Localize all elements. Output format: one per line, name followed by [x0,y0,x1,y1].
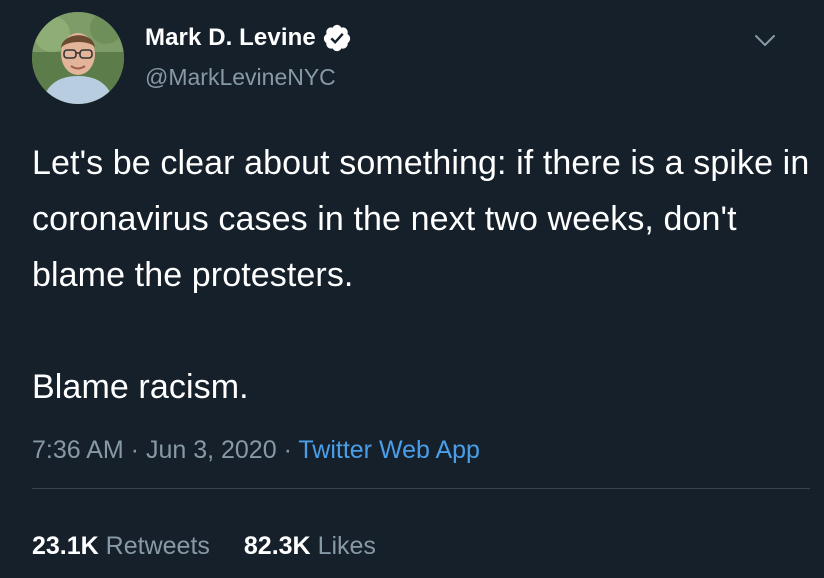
display-name[interactable]: Mark D. Levine [145,24,316,52]
author-names: Mark D. Levine @MarkLevineNYC [145,22,352,91]
meta-separator: · [276,436,299,464]
meta-separator: · [123,436,146,464]
tweet-source-link[interactable]: Twitter Web App [298,436,480,464]
verified-badge-icon [323,24,350,52]
likes-count: 82.3K [243,532,311,560]
tweet-header: Mark D. Levine @MarkLevineNYC [32,12,792,104]
tweet-stats: 23.1K Retweets 82.3K Likes [32,532,410,561]
display-name-row: Mark D. Levine [145,22,352,54]
likes-label: Likes [317,532,376,560]
retweets-label: Retweets [105,532,210,560]
avatar[interactable] [32,12,124,104]
retweets-stat[interactable]: 23.1K Retweets [32,532,210,560]
tweet-meta: 7:36 AM · Jun 3, 2020 · Twitter Web App [32,436,480,465]
divider [32,488,810,489]
avatar-image [32,12,124,104]
tweet-paragraph: Blame racism. [32,368,249,406]
handle[interactable]: @MarkLevineNYC [145,64,352,91]
tweet-text: Let's be clear about something: if there… [32,135,812,415]
tweet-card: Mark D. Levine @MarkLevineNYC Let's be c… [0,0,824,578]
tweet-paragraph: Let's be clear about something: if there… [32,144,810,294]
chevron-down-icon[interactable] [754,34,776,48]
retweets-count: 23.1K [32,532,99,560]
likes-stat[interactable]: 82.3K Likes [244,532,376,560]
tweet-time[interactable]: 7:36 AM [32,436,124,464]
tweet-date[interactable]: Jun 3, 2020 [146,436,277,464]
